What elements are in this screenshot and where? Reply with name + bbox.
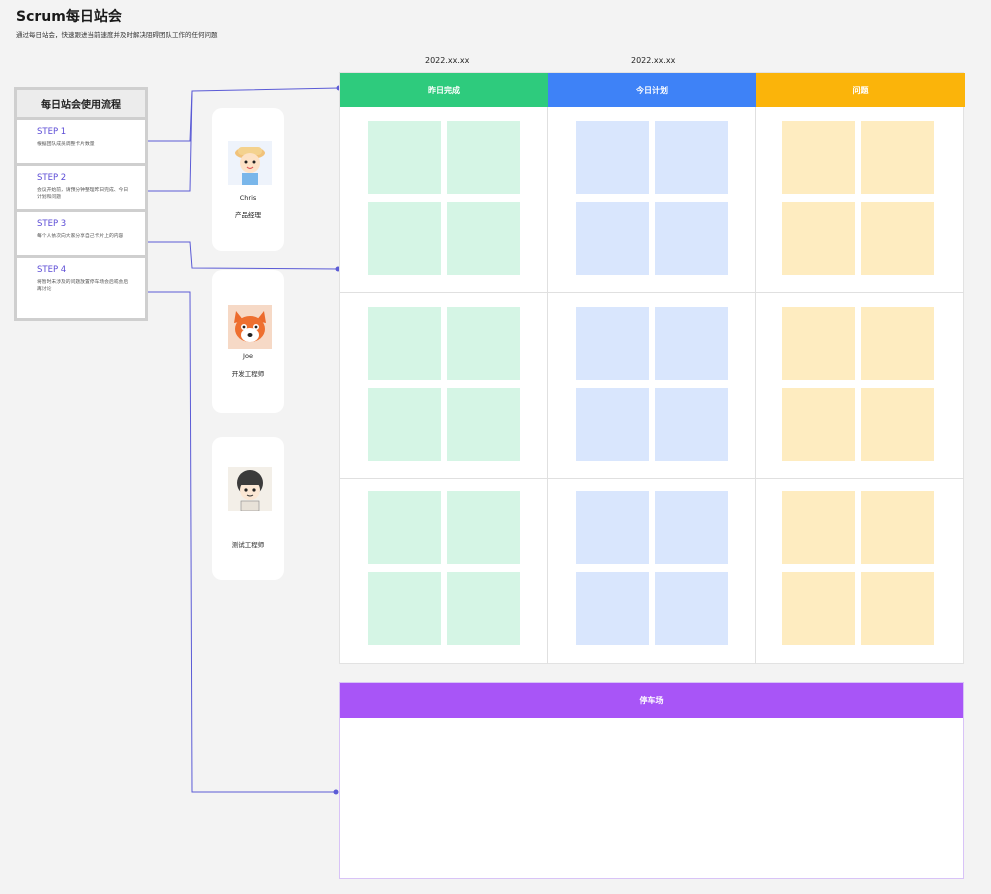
sticky-note-issues[interactable]	[782, 121, 855, 194]
date-label-today[interactable]: 2022.xx.xx	[631, 56, 675, 65]
step-description: 将暂时未涉及的问题放置停车场会后或会后再讨论	[37, 280, 129, 292]
connector-step2	[148, 90, 193, 192]
sticky-note-issues[interactable]	[782, 202, 855, 275]
process-step-3[interactable]: STEP 3 每个人依次向大家分享自己卡片上的内容	[17, 212, 145, 258]
sticky-note-today-plan[interactable]	[576, 121, 649, 194]
sticky-note-today-plan[interactable]	[655, 491, 728, 564]
sticky-note-issues[interactable]	[861, 491, 934, 564]
process-step-2[interactable]: STEP 2 会议开始前，请预分钟整理昨日完成、今日计划和问题	[17, 166, 145, 212]
role-name: Chris	[239, 194, 257, 202]
sticky-note-issues[interactable]	[861, 572, 934, 645]
sticky-note-yesterday-done[interactable]	[368, 388, 441, 461]
sticky-note-issues[interactable]	[861, 307, 934, 380]
step-label: STEP 2	[37, 173, 67, 183]
page-subtitle: 通过每日站会，快速跟进当前速度并及时解决阻碍团队工作的任何问题	[16, 31, 218, 39]
boy-with-hat-avatar-icon	[228, 141, 272, 185]
sticky-note-today-plan[interactable]	[655, 307, 728, 380]
sticky-note-today-plan[interactable]	[576, 202, 649, 275]
step-description: 每个人依次向大家分享自己卡片上的内容	[37, 234, 124, 239]
sticky-note-yesterday-done[interactable]	[368, 307, 441, 380]
row-divider	[340, 292, 964, 293]
parking-lot-header: 停车场	[340, 683, 963, 718]
sticky-note-yesterday-done[interactable]	[447, 121, 520, 194]
role-title: 开发工程师	[231, 370, 265, 378]
sticky-note-issues[interactable]	[782, 388, 855, 461]
sticky-note-today-plan[interactable]	[655, 121, 728, 194]
red-fox-avatar-icon	[228, 305, 272, 349]
sticky-note-yesterday-done[interactable]	[368, 572, 441, 645]
column-divider	[755, 107, 756, 664]
step-description: 会议开始前，请预分钟整理昨日完成、今日计划和问题	[37, 188, 129, 200]
connector-dot-parking	[333, 789, 339, 795]
sticky-note-today-plan[interactable]	[655, 202, 728, 275]
step-label: STEP 4	[37, 265, 67, 275]
sticky-note-issues[interactable]	[782, 307, 855, 380]
sticky-note-today-plan[interactable]	[576, 388, 649, 461]
process-step-1[interactable]: STEP 1 根据团队成员调整卡片数量	[17, 120, 145, 166]
sticky-note-issues[interactable]	[782, 572, 855, 645]
column-divider	[547, 107, 548, 664]
sticky-note-yesterday-done[interactable]	[447, 202, 520, 275]
date-label-yesterday[interactable]: 2022.xx.xx	[425, 56, 469, 65]
sticky-note-yesterday-done[interactable]	[368, 121, 441, 194]
step-label: STEP 1	[37, 127, 67, 137]
step-description: 根据团队成员调整卡片数量	[37, 142, 95, 147]
parking-lot[interactable]: 停车场	[339, 682, 964, 879]
sticky-note-today-plan[interactable]	[576, 572, 649, 645]
sticky-note-yesterday-done[interactable]	[447, 491, 520, 564]
role-card-product-manager[interactable]: Chris 产品经理	[212, 108, 284, 251]
sticky-note-today-plan[interactable]	[576, 491, 649, 564]
step-label: STEP 3	[37, 219, 67, 229]
sticky-note-issues[interactable]	[782, 491, 855, 564]
role-title: 产品经理	[235, 211, 261, 219]
role-title: 测试工程师	[231, 541, 265, 549]
standup-board: 昨日完成 今日计划 问题	[339, 72, 965, 664]
sticky-note-yesterday-done[interactable]	[368, 202, 441, 275]
process-panel: 每日站会使用流程 STEP 1 根据团队成员调整卡片数量 STEP 2 会议开始…	[14, 87, 148, 321]
sticky-note-yesterday-done[interactable]	[447, 307, 520, 380]
role-name: Joe	[243, 352, 253, 360]
sticky-note-issues[interactable]	[861, 388, 934, 461]
column-header-issues: 问题	[756, 73, 965, 107]
sticky-note-today-plan[interactable]	[655, 388, 728, 461]
process-panel-title: 每日站会使用流程	[17, 90, 145, 120]
sticky-note-yesterday-done[interactable]	[368, 491, 441, 564]
row-divider	[340, 478, 964, 479]
sticky-note-yesterday-done[interactable]	[447, 572, 520, 645]
role-card-developer[interactable]: Joe 开发工程师	[212, 270, 284, 413]
curly-hair-kid-avatar-icon	[228, 467, 272, 511]
page-title: Scrum每日站会	[16, 9, 122, 25]
column-header-yesterday-done: 昨日完成	[340, 73, 548, 107]
column-header-today-plan: 今日计划	[548, 73, 756, 107]
sticky-note-issues[interactable]	[861, 202, 934, 275]
process-step-4[interactable]: STEP 4 将暂时未涉及的问题放置停车场会后或会后再讨论	[17, 258, 145, 310]
role-card-tester[interactable]: 测试工程师	[212, 437, 284, 580]
sticky-note-issues[interactable]	[861, 121, 934, 194]
sticky-note-today-plan[interactable]	[655, 572, 728, 645]
sticky-note-yesterday-done[interactable]	[447, 388, 520, 461]
sticky-note-today-plan[interactable]	[576, 307, 649, 380]
